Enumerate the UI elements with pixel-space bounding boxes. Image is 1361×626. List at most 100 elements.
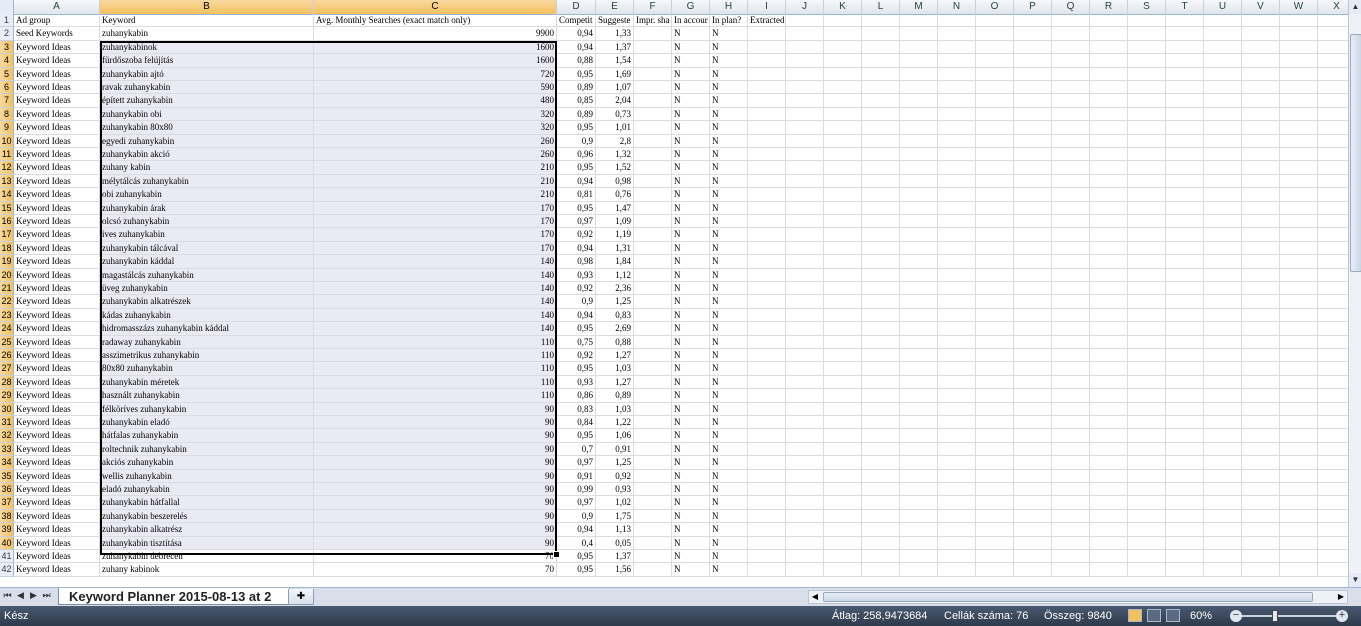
cell-empty[interactable] (862, 375, 900, 390)
scroll-left-icon[interactable]: ◀ (809, 591, 821, 603)
cell-f[interactable] (634, 215, 672, 229)
cell-b[interactable]: ravak zuhanykabin (100, 81, 314, 95)
cell-g[interactable]: N (672, 161, 710, 175)
select-all-corner[interactable] (0, 0, 14, 14)
cell-f[interactable] (634, 121, 672, 135)
cell-empty[interactable] (1128, 389, 1166, 403)
cell-g[interactable]: N (672, 563, 710, 577)
cell-empty[interactable] (824, 282, 862, 296)
cell-empty[interactable] (824, 442, 862, 457)
cell-empty[interactable] (1090, 215, 1128, 229)
cell-empty[interactable] (1318, 362, 1348, 376)
row-header[interactable]: 18 (0, 241, 14, 256)
cell-empty[interactable] (1280, 469, 1318, 483)
cell-f[interactable] (634, 54, 672, 68)
cell-empty[interactable] (1052, 496, 1090, 510)
cell-empty[interactable] (1014, 375, 1052, 390)
cell-empty[interactable] (976, 188, 1014, 202)
cell-g[interactable]: N (672, 54, 710, 68)
cell-empty[interactable] (1014, 255, 1052, 269)
cell-b[interactable]: zuhanykabin debrecen (100, 550, 314, 564)
cell-empty[interactable] (1280, 416, 1318, 430)
cell-empty[interactable] (900, 148, 938, 162)
cell-f[interactable] (634, 456, 672, 470)
cell-empty[interactable] (1090, 40, 1128, 55)
cell-empty[interactable] (862, 402, 900, 416)
cell-empty[interactable] (1280, 402, 1318, 416)
cell-empty[interactable] (1166, 389, 1204, 403)
cell-empty[interactable] (862, 255, 900, 269)
row-header[interactable]: 20 (0, 268, 14, 282)
cell-d[interactable]: 0,85 (557, 94, 596, 108)
cell-d[interactable]: 0,94 (557, 174, 596, 189)
cell-c[interactable]: 9900 (314, 27, 557, 41)
cell-b[interactable]: zuhanykabin tálcával (100, 241, 314, 256)
cell-d[interactable]: 0,96 (557, 148, 596, 162)
cell-empty[interactable] (1090, 121, 1128, 135)
cell-empty[interactable] (976, 308, 1014, 323)
cell-e[interactable]: 0,73 (596, 107, 634, 122)
cell-empty[interactable] (1128, 255, 1166, 269)
cell-empty[interactable] (862, 469, 900, 483)
cell-empty[interactable] (976, 14, 1014, 28)
cell-empty[interactable] (1242, 509, 1280, 524)
cell-h[interactable]: N (710, 161, 748, 175)
cell-empty[interactable] (1052, 121, 1090, 135)
cell-empty[interactable] (1204, 563, 1242, 577)
cell-empty[interactable] (1052, 14, 1090, 28)
cell-empty[interactable] (1204, 67, 1242, 81)
cell-h[interactable]: N (710, 54, 748, 68)
next-sheet-icon[interactable]: ▶ (28, 590, 39, 603)
cell-empty[interactable] (1204, 456, 1242, 470)
cell-b[interactable]: obi zuhanykabin (100, 188, 314, 202)
cell-empty[interactable] (1128, 121, 1166, 135)
cell-empty[interactable] (1242, 442, 1280, 457)
cell-e[interactable]: 0,92 (596, 469, 634, 483)
cell-d[interactable]: 0,86 (557, 389, 596, 403)
cell-empty[interactable] (1052, 429, 1090, 443)
cell-empty[interactable] (1052, 241, 1090, 256)
cell-i[interactable] (748, 81, 786, 95)
cell-empty[interactable] (1166, 335, 1204, 349)
cell-empty[interactable] (1166, 215, 1204, 229)
cell-b[interactable]: zuhanykabin hátfallal (100, 496, 314, 510)
cell-j[interactable] (786, 483, 824, 497)
cell-empty[interactable] (824, 536, 862, 550)
cell-d[interactable]: 0,94 (557, 241, 596, 256)
cell-empty[interactable] (1280, 107, 1318, 122)
cell-empty[interactable] (1052, 308, 1090, 323)
cell-a[interactable]: Keyword Ideas (14, 469, 100, 483)
row-header[interactable]: 36 (0, 483, 14, 497)
cell-e[interactable]: 1,02 (596, 496, 634, 510)
cell-empty[interactable] (1090, 148, 1128, 162)
cell-empty[interactable] (1014, 483, 1052, 497)
cell-f[interactable] (634, 550, 672, 564)
cell-empty[interactable] (862, 523, 900, 537)
cell-h[interactable]: N (710, 228, 748, 242)
cell-empty[interactable] (1128, 14, 1166, 28)
row-header[interactable]: 24 (0, 322, 14, 336)
cell-empty[interactable] (1014, 429, 1052, 443)
cell-a[interactable]: Keyword Ideas (14, 550, 100, 564)
cell-empty[interactable] (1090, 27, 1128, 41)
cell-empty[interactable] (1242, 81, 1280, 95)
cell-j[interactable] (786, 188, 824, 202)
cell-empty[interactable] (976, 550, 1014, 564)
cell-empty[interactable] (976, 94, 1014, 108)
column-header-g[interactable]: G (672, 0, 710, 14)
cell-c[interactable]: 260 (314, 134, 557, 148)
cell-empty[interactable] (824, 362, 862, 376)
cell-empty[interactable] (862, 40, 900, 55)
cell-f[interactable] (634, 402, 672, 416)
cell-empty[interactable] (824, 188, 862, 202)
cell-c[interactable]: 90 (314, 456, 557, 470)
cell-empty[interactable] (1242, 215, 1280, 229)
cell-h[interactable]: N (710, 268, 748, 282)
cell-b[interactable]: hátfalas zuhanykabin (100, 429, 314, 443)
cell-empty[interactable] (1166, 523, 1204, 537)
cell-b[interactable]: wellis zuhanykabin (100, 469, 314, 483)
cell-empty[interactable] (1128, 107, 1166, 122)
cell-i[interactable] (748, 295, 786, 309)
cell-empty[interactable] (1128, 148, 1166, 162)
cell-c[interactable]: 90 (314, 523, 557, 537)
